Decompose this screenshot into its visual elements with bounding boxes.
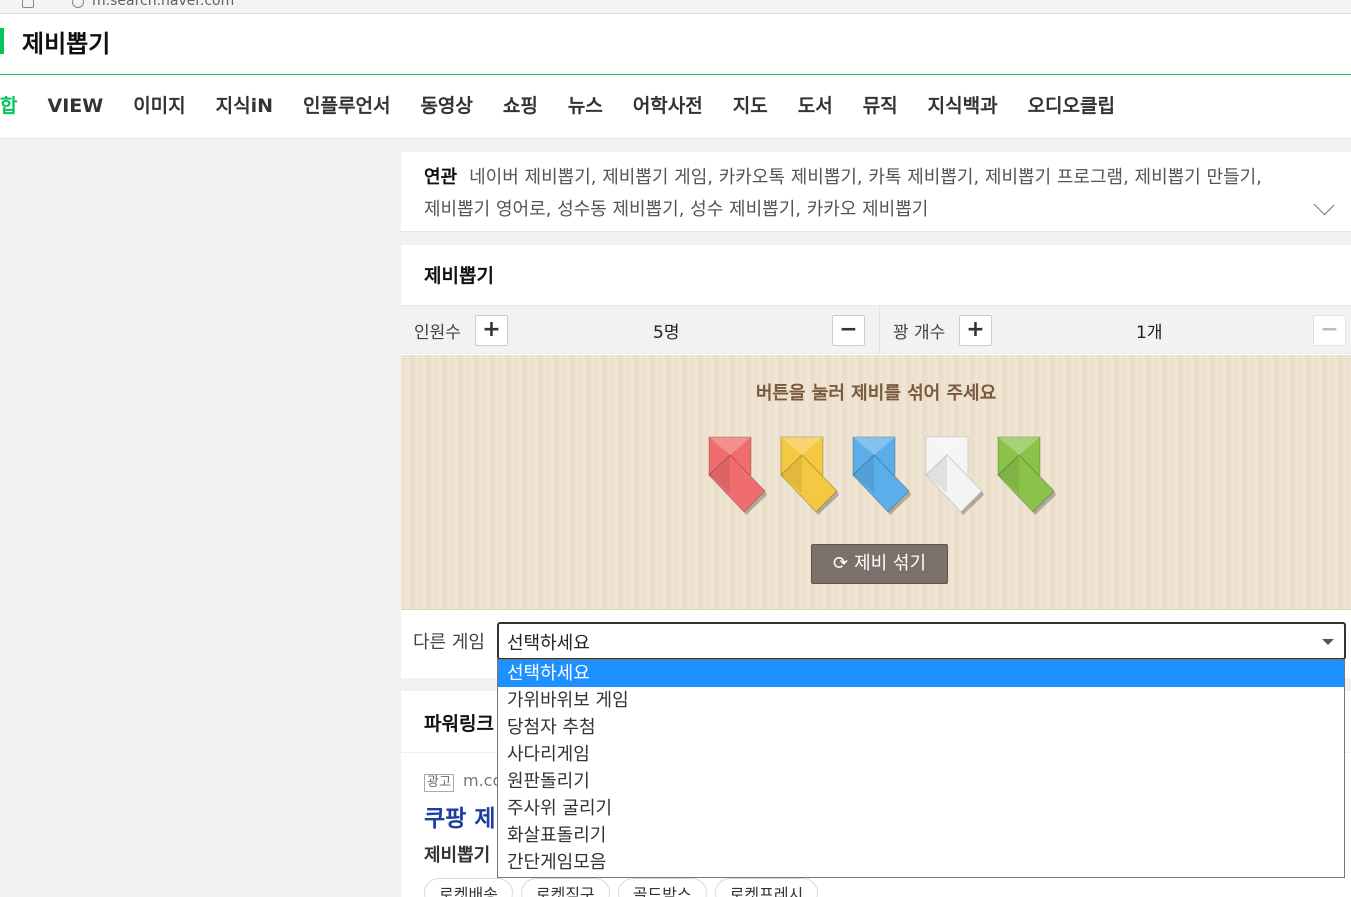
search-header: 제비뽑기 합 VIEW 이미지 지식iN 인플루언서 동영상 쇼핑 뉴스 어학사전 지도 도서 뮤직 지… <box>0 14 1351 139</box>
lottery-stick[interactable] <box>779 435 841 517</box>
game-title: 제비뽑기 <box>424 265 494 287</box>
lock-icon <box>72 0 84 8</box>
other-games-select[interactable]: 선택하세요 <box>497 622 1346 660</box>
shuffle-button[interactable]: ⟳ 제비 섞기 <box>811 544 948 584</box>
ad-chip[interactable]: 골드박스 <box>617 878 707 897</box>
brand-marker <box>0 28 4 54</box>
other-games-dropdown-list: 선택하세요 가위바위보 게임 당첨자 추첨 사다리게임 원판돌리기 주사위 굴리기 화살표돌… <box>497 659 1345 878</box>
related-searches: 연관 네이버 제비뽑기, 제비뽑기 게임, 카카오톡 제비뽑기, 카톡 제비뽑기,… <box>401 152 1351 232</box>
ad-chip[interactable]: 로켓직구 <box>520 878 610 897</box>
tab-0[interactable]: 합 <box>0 88 17 124</box>
tab-13[interactable]: 오디오클립 <box>1028 88 1115 124</box>
dropdown-option[interactable]: 당첨자 추첨 <box>498 714 1344 741</box>
related-keywords-line2[interactable]: 제비뽑기 영어로, 성수동 제비뽑기, 성수 제비뽑기, 카카오 제비뽑기 <box>424 194 1327 226</box>
search-query[interactable]: 제비뽑기 <box>22 24 110 59</box>
people-minus-button[interactable]: − <box>832 315 865 346</box>
tab-9[interactable]: 지도 <box>733 88 768 124</box>
dropdown-option[interactable]: 사다리게임 <box>498 741 1344 768</box>
blank-label: 꽝 개수 <box>893 323 946 343</box>
lottery-stick[interactable] <box>851 435 913 517</box>
blank-minus-button[interactable]: − <box>1313 315 1346 346</box>
tab-7[interactable]: 뉴스 <box>568 88 603 124</box>
search-bar: 제비뽑기 <box>0 14 1351 75</box>
lottery-game-panel: 제비뽑기 인원수 + 5명 − 꽝 개수 + 1개 − 버튼을 눌러 제비를 섞… <box>401 245 1351 678</box>
browser-address-strip: m.search.naver.com <box>0 0 1351 14</box>
people-control: 인원수 + 5명 − <box>401 306 879 354</box>
related-keywords-line1[interactable]: 네이버 제비뽑기, 제비뽑기 게임, 카카오톡 제비뽑기, 카톡 제비뽑기, 제… <box>469 167 1262 188</box>
tab-2[interactable]: 이미지 <box>133 88 185 124</box>
people-label: 인원수 <box>414 323 461 343</box>
dropdown-option[interactable]: 가위바위보 게임 <box>498 687 1344 714</box>
dropdown-option[interactable]: 선택하세요 <box>498 660 1344 687</box>
category-tabs: 합 VIEW 이미지 지식iN 인플루언서 동영상 쇼핑 뉴스 어학사전 지도 도서 뮤직 지식백과 오디… <box>0 88 1145 124</box>
lottery-stick[interactable] <box>707 435 769 517</box>
dropdown-option[interactable]: 간단게임모음 <box>498 849 1344 876</box>
ad-badge: 광고 <box>424 774 454 792</box>
game-controls: 인원수 + 5명 − 꽝 개수 + 1개 − <box>401 305 1351 354</box>
tab-6[interactable]: 쇼핑 <box>503 88 538 124</box>
people-plus-button[interactable]: + <box>475 315 508 346</box>
caret-down-icon <box>1322 639 1334 645</box>
lottery-stick[interactable] <box>924 435 986 517</box>
other-games-label: 다른 게임 <box>413 632 485 653</box>
people-value: 5명 <box>653 323 680 343</box>
blank-value: 1개 <box>1136 323 1163 343</box>
ad-chip[interactable]: 로켓프레시 <box>714 878 819 897</box>
board-message: 버튼을 눌러 제비를 섞어 주세요 <box>755 383 997 404</box>
tab-12[interactable]: 지식백과 <box>928 88 998 124</box>
blank-control: 꽝 개수 + 1개 − <box>879 306 1351 354</box>
lottery-stick[interactable] <box>996 435 1058 517</box>
lottery-board: 버튼을 눌러 제비를 섞어 주세요 ⟳ 제비 섞기 <box>401 355 1351 610</box>
ad-chips: 로켓배송 로켓직구 골드박스 로켓프레시 <box>424 878 826 897</box>
shuffle-label: 제비 섞기 <box>854 553 927 574</box>
tab-11[interactable]: 뮤직 <box>863 88 898 124</box>
tab-4[interactable]: 인플루언서 <box>303 88 390 124</box>
refresh-icon: ⟳ <box>832 553 849 574</box>
tab-10[interactable]: 도서 <box>798 88 833 124</box>
dropdown-option[interactable]: 화살표돌리기 <box>498 822 1344 849</box>
related-label: 연관 <box>424 167 458 188</box>
tab-3[interactable]: 지식iN <box>216 88 273 124</box>
ad-subtitle: 제비뽑기 <box>424 845 491 866</box>
tab-1[interactable]: VIEW <box>47 88 103 124</box>
dropdown-option[interactable]: 주사위 굴리기 <box>498 795 1344 822</box>
blank-plus-button[interactable]: + <box>959 315 992 346</box>
select-current-value: 선택하세요 <box>507 633 590 654</box>
ad-title-link[interactable]: 쿠팡 제 <box>424 799 496 833</box>
tab-8[interactable]: 어학사전 <box>633 88 703 124</box>
tab-5[interactable]: 동영상 <box>420 88 472 124</box>
page-icon <box>22 0 34 8</box>
ad-chip[interactable]: 로켓배송 <box>424 878 513 897</box>
dropdown-option[interactable]: 원판돌리기 <box>498 768 1344 795</box>
address-bar[interactable]: m.search.naver.com <box>92 0 234 9</box>
power-link-title: 파워링크 <box>424 713 494 735</box>
